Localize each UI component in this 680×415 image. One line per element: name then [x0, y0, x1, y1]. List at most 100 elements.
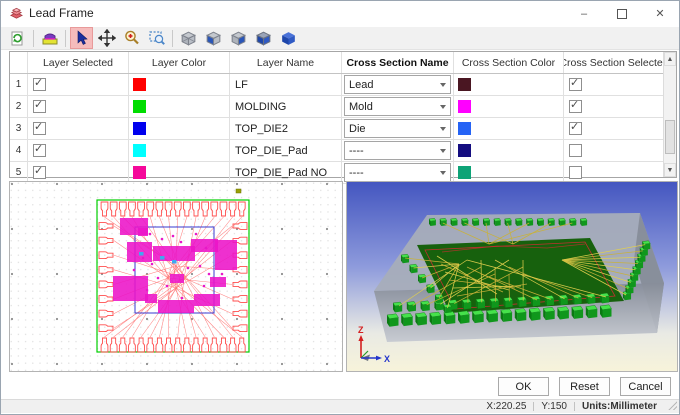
select-arrow-icon[interactable]: [70, 27, 93, 49]
table-row: 3 TOP_DIE2 Die: [10, 118, 676, 140]
cancel-button[interactable]: Cancel: [620, 377, 671, 396]
toolbar: [1, 27, 679, 50]
layer-selected-checkbox[interactable]: [33, 122, 46, 135]
chevron-down-icon: [440, 105, 446, 109]
cube-solid-icon[interactable]: [277, 27, 300, 49]
header-cross-section-selected: Cross Section Selected: [564, 52, 664, 73]
layer-color-swatch[interactable]: [133, 100, 146, 113]
scrollbar-thumb[interactable]: [665, 120, 675, 154]
cross-section-color-swatch[interactable]: [458, 122, 471, 135]
cross-section-selected-checkbox[interactable]: [569, 144, 582, 157]
cross-section-selected-checkbox[interactable]: [569, 122, 582, 135]
dropdown-value: Mold: [349, 101, 373, 113]
layer-selected-checkbox[interactable]: [33, 100, 46, 113]
ok-button[interactable]: OK: [498, 377, 549, 396]
cube-shaded-edges-icon[interactable]: [252, 27, 275, 49]
cross-section-name-dropdown[interactable]: ----: [344, 163, 451, 182]
reload-icon[interactable]: [6, 27, 29, 49]
zoom-in-icon[interactable]: [120, 27, 143, 49]
layer-color-swatch[interactable]: [133, 166, 146, 179]
chevron-down-icon: [440, 83, 446, 87]
cross-section-color-swatch[interactable]: [458, 100, 471, 113]
maximize-button[interactable]: [603, 1, 641, 26]
header-cross-section-name: Cross Section Name: [342, 52, 454, 73]
layer-name: LF: [230, 74, 342, 95]
lead-frame-dialog: Lead Frame – ✕: [0, 0, 680, 415]
cross-section-name-dropdown[interactable]: Die: [344, 119, 451, 138]
cross-section-color-swatch[interactable]: [458, 78, 471, 91]
layer-selected-checkbox[interactable]: [33, 144, 46, 157]
row-number: 4: [10, 140, 28, 161]
layer-color-swatch[interactable]: [133, 122, 146, 135]
status-separator: [574, 402, 575, 411]
dropdown-value: Die: [349, 123, 366, 135]
layer-name: MOLDING: [230, 96, 342, 117]
cross-section-name-dropdown[interactable]: Mold: [344, 97, 451, 116]
lead-frame-3d-view[interactable]: Z X: [347, 182, 677, 371]
cube-wireframe-icon[interactable]: [177, 27, 200, 49]
cross-section-selected-checkbox[interactable]: [569, 78, 582, 91]
cross-section-color-swatch[interactable]: [458, 144, 471, 157]
resize-grip[interactable]: [668, 401, 677, 410]
mold-layers-icon[interactable]: [38, 27, 61, 49]
minimize-button[interactable]: –: [565, 1, 603, 26]
cross-section-selected-checkbox[interactable]: [569, 166, 582, 179]
window-title: Lead Frame: [29, 1, 94, 26]
dropdown-value: ----: [349, 145, 364, 157]
layer-name: TOP_DIE2: [230, 118, 342, 139]
table-header-row: Layer Selected Layer Color Layer Name Cr…: [10, 52, 676, 74]
status-bar: X:220.25 Y:150 Units:Millimeter: [1, 399, 679, 413]
cube-hidden-line-icon[interactable]: [202, 27, 225, 49]
dropdown-value: ----: [349, 167, 364, 179]
layer-name: TOP_DIE_Pad: [230, 140, 342, 161]
toolbar-separator: [65, 30, 66, 47]
header-layer-name: Layer Name: [230, 52, 342, 73]
origin-marker: [236, 189, 241, 193]
row-number: 1: [10, 74, 28, 95]
layer-color-swatch[interactable]: [133, 78, 146, 91]
title-bar[interactable]: Lead Frame – ✕: [1, 1, 679, 26]
chevron-down-icon: [440, 127, 446, 131]
table-row: 1 LF Lead: [10, 74, 676, 96]
layer-selected-checkbox[interactable]: [33, 78, 46, 91]
header-row-num: [10, 52, 28, 73]
zoom-window-icon[interactable]: [145, 27, 168, 49]
cross-section-name-dropdown[interactable]: Lead: [344, 75, 451, 94]
toolbar-separator: [33, 30, 34, 47]
pan-icon[interactable]: [95, 27, 118, 49]
layer-table: Layer Selected Layer Color Layer Name Cr…: [9, 51, 677, 178]
status-y: Y:150: [541, 401, 567, 412]
cross-section-color-swatch[interactable]: [458, 166, 471, 179]
maximize-icon: [617, 9, 627, 19]
row-number: 5: [10, 162, 28, 183]
toolbar-separator: [172, 30, 173, 47]
axis-x-label: X: [384, 354, 390, 364]
status-x: X:220.25: [486, 401, 526, 412]
view-3d-panel[interactable]: Z X: [346, 181, 678, 372]
cross-section-selected-checkbox[interactable]: [569, 100, 582, 113]
header-layer-selected: Layer Selected: [28, 52, 129, 73]
cross-section-name-dropdown[interactable]: ----: [344, 141, 451, 160]
layer-color-swatch[interactable]: [133, 144, 146, 157]
status-separator: [533, 402, 534, 411]
table-row: 2 MOLDING Mold: [10, 96, 676, 118]
close-button[interactable]: ✕: [641, 1, 679, 26]
layer-selected-checkbox[interactable]: [33, 166, 46, 179]
table-row: 4 TOP_DIE_Pad ----: [10, 140, 676, 162]
cube-half-shaded-icon[interactable]: [227, 27, 250, 49]
table-scrollbar[interactable]: ▲ ▼: [663, 52, 676, 177]
chevron-down-icon: [440, 149, 446, 153]
layer-name: TOP_DIE_Pad NO: [230, 162, 342, 183]
row-number: 2: [10, 96, 28, 117]
dropdown-value: Lead: [349, 79, 373, 91]
status-units: Units:Millimeter: [582, 401, 657, 412]
header-cross-section-color: Cross Section Color: [454, 52, 564, 73]
view-2d-panel[interactable]: [9, 181, 343, 372]
lead-frame-2d-view[interactable]: [10, 182, 342, 371]
scroll-down-icon[interactable]: ▼: [664, 163, 676, 177]
app-icon: [9, 6, 24, 21]
reset-button[interactable]: Reset: [559, 377, 610, 396]
row-number: 3: [10, 118, 28, 139]
chevron-down-icon: [440, 171, 446, 175]
scroll-up-icon[interactable]: ▲: [664, 52, 676, 66]
